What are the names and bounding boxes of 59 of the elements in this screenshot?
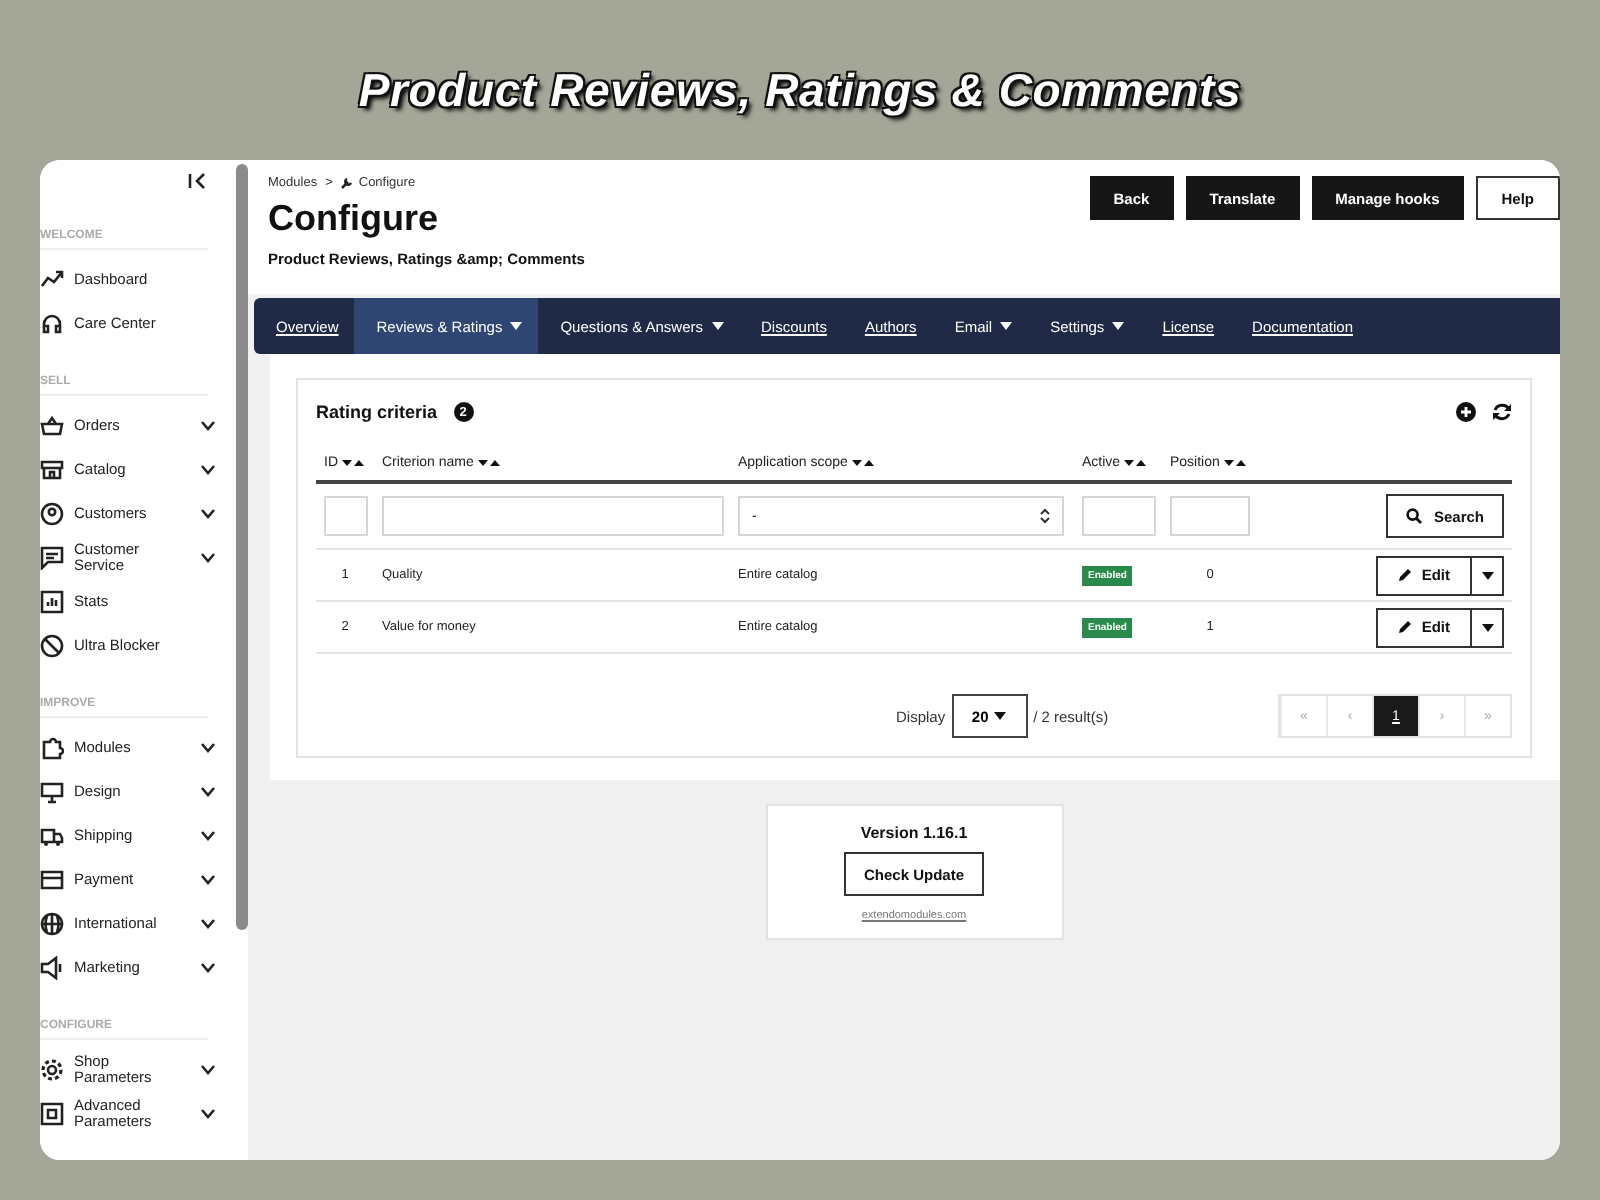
wrench-icon: [340, 176, 355, 190]
chevron-icon: [200, 552, 216, 564]
gear-icon: [40, 1058, 64, 1082]
collapse-icon[interactable]: [188, 172, 208, 190]
sort-icon[interactable]: [1124, 457, 1147, 467]
chevron-icon: [200, 786, 216, 798]
chevron-icon: [200, 1108, 216, 1120]
chevron-icon: [200, 420, 216, 432]
chevron-icon: [200, 742, 216, 754]
truck-icon: [40, 824, 64, 848]
search-icon: [1405, 508, 1422, 524]
caret-icon: [510, 322, 523, 330]
filter-field[interactable]: [324, 496, 368, 536]
headset-icon: [40, 312, 64, 336]
dropdown-button[interactable]: [1470, 607, 1504, 647]
panel-title: Rating criteria: [316, 402, 438, 422]
chevron-icon: [200, 464, 216, 476]
scrollbar[interactable]: [236, 164, 248, 930]
chevron-icon: [200, 830, 216, 842]
updown-icon: [1040, 508, 1050, 524]
chevron-icon: [200, 1064, 216, 1076]
chevron-icon: [200, 508, 216, 520]
card-icon: [40, 868, 64, 892]
add-icon[interactable]: [1456, 402, 1476, 422]
sort-icon[interactable]: [342, 457, 364, 467]
caret-icon: [1481, 623, 1493, 631]
basket-icon: [40, 414, 64, 438]
trend-icon: [40, 268, 64, 292]
caret-icon: [1112, 322, 1125, 330]
puzzle-icon: [40, 736, 64, 760]
caret-icon: [1000, 322, 1013, 330]
filter-field[interactable]: [1170, 496, 1250, 536]
page-title: Product Reviews, Ratings & Comments: [358, 64, 1242, 120]
window-icon: [40, 1102, 64, 1126]
sort-icon[interactable]: [1223, 457, 1246, 467]
pencil-icon: [1397, 568, 1412, 582]
dropdown-button[interactable]: [1470, 555, 1504, 595]
user-circle-icon: [40, 502, 64, 526]
chevron-icon: [200, 962, 216, 974]
refresh-icon[interactable]: [1492, 402, 1512, 422]
filter-field[interactable]: [382, 496, 724, 536]
megaphone-icon: [40, 956, 64, 980]
page-heading: Configure: [268, 198, 440, 240]
caret-icon: [711, 322, 724, 330]
sort-icon[interactable]: [851, 457, 874, 467]
chevron-icon: [200, 918, 216, 930]
pencil-icon: [1397, 620, 1412, 634]
sort-icon[interactable]: [477, 457, 500, 467]
chart-icon: [40, 590, 64, 614]
caret-icon: [994, 712, 1007, 720]
chevron-icon: [200, 874, 216, 886]
chat-icon: [40, 546, 64, 570]
caret-icon: [1481, 571, 1493, 579]
filter-field[interactable]: [1082, 496, 1156, 536]
store-icon: [40, 458, 64, 482]
version-label: Version 1.16.1: [860, 824, 968, 842]
monitor-icon: [40, 780, 64, 804]
block-icon: [40, 634, 64, 658]
globe-icon: [40, 912, 64, 936]
